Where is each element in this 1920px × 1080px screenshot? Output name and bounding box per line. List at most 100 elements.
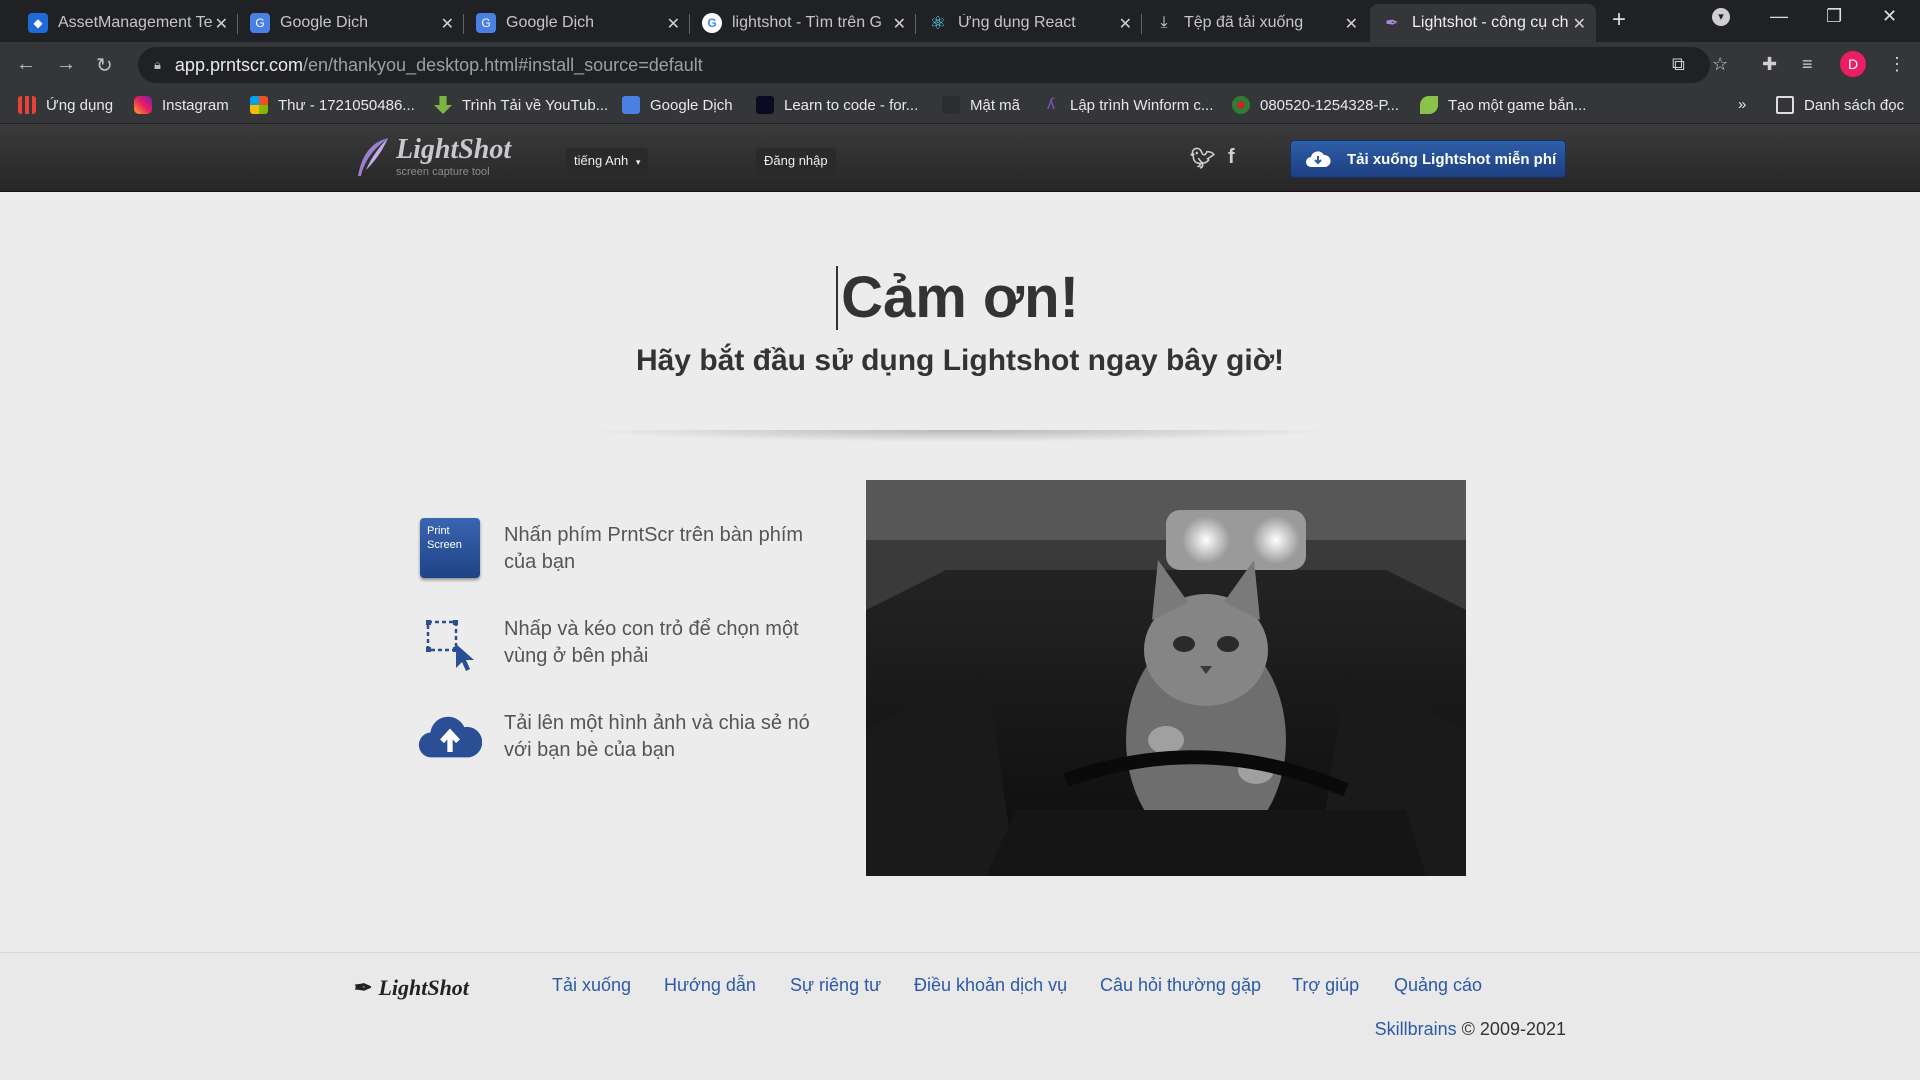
media-queue-icon[interactable]: ≡: [1802, 54, 1813, 75]
bookmark-mail[interactable]: Thư - 1721050486...: [250, 96, 415, 114]
browser-tab-strip: ◆ AssetManagement Te ✕ G Google Dịch ✕ G…: [0, 0, 1920, 42]
cloud-upload-icon: [418, 704, 482, 768]
download-lightshot-button[interactable]: Tải xuống Lightshot miễn phí: [1290, 140, 1566, 178]
tab-search-icon[interactable]: ▾: [1712, 8, 1730, 26]
demo-cat-photo: [866, 480, 1466, 876]
footer-logo[interactable]: ✒ LightShot: [354, 975, 469, 1001]
bookmark-document[interactable]: 080520-1254328-P...: [1232, 96, 1399, 114]
reading-list[interactable]: Danh sách đọc: [1776, 96, 1904, 114]
freecodecamp-icon: [756, 96, 774, 114]
main-content: Cảm ơn! Hãy bắt đầu sử dụng Lightshot ng…: [0, 192, 1920, 952]
browser-tab-active[interactable]: ✒ Lightshot - công cụ ch ✕: [1370, 4, 1596, 42]
reading-list-icon: [1776, 96, 1794, 114]
bookmark-freecodecamp[interactable]: Learn to code - for...: [756, 96, 918, 114]
overflow-chevron-icon: »: [1738, 96, 1747, 113]
language-selector[interactable]: tiếng Anh ▾: [566, 148, 649, 174]
bookmark-winform[interactable]: ʎ Lập trình Winform c...: [1042, 96, 1213, 114]
close-icon[interactable]: ✕: [1119, 14, 1132, 34]
logo-name: LightShot: [396, 134, 512, 165]
company-link[interactable]: Skillbrains: [1375, 1019, 1457, 1039]
footer-link-advertising[interactable]: Quảng cáo: [1394, 975, 1482, 996]
footer-link-privacy[interactable]: Sự riêng tư: [790, 975, 881, 996]
browser-tab[interactable]: ⚛ Ứng dụng React ✕: [916, 4, 1142, 42]
google-icon: G: [702, 13, 722, 33]
bookmark-instagram[interactable]: Instagram: [134, 96, 229, 114]
page-icon: [942, 96, 960, 114]
tab-title: Lightshot - công cụ ch: [1412, 14, 1569, 31]
divider-shadow: [580, 430, 1340, 442]
minimize-icon[interactable]: —: [1770, 6, 1788, 27]
login-button[interactable]: Đăng nhập: [756, 148, 836, 174]
close-icon[interactable]: ✕: [441, 14, 454, 34]
bookmark-label: Google Dịch: [650, 96, 733, 114]
bookmark-game[interactable]: Tạo một game bắn...: [1420, 96, 1586, 114]
footer-link-terms[interactable]: Điều khoản dịch vụ: [914, 975, 1067, 996]
extensions-icon[interactable]: ✚: [1762, 54, 1777, 75]
browser-tab[interactable]: ◆ AssetManagement Te ✕: [16, 4, 238, 42]
footer-link-tutorial[interactable]: Hướng dẫn: [664, 975, 756, 996]
bookmark-youtube-downloader[interactable]: Trình Tải về YouTub...: [434, 96, 608, 114]
close-icon[interactable]: ✕: [667, 14, 680, 34]
bookmark-google-translate[interactable]: Google Dịch: [622, 96, 733, 114]
tree-icon: [1232, 96, 1250, 114]
twitter-icon[interactable]: 🐦︎: [1190, 146, 1215, 171]
bookmark-label: Thư - 1721050486...: [278, 96, 415, 114]
step-print-screen: Print Screen Nhấn phím PrntScr trên bàn …: [418, 516, 824, 580]
lightshot-feather-icon: ✒: [1385, 15, 1399, 32]
bookmark-label: Trình Tải về YouTub...: [462, 96, 609, 114]
reload-icon[interactable]: ↻: [96, 53, 113, 78]
lock-icon[interactable]: 🔒︎: [154, 57, 161, 73]
lightshot-logo[interactable]: LightShot screen capture tool: [352, 136, 511, 180]
logo-tagline: screen capture tool: [396, 166, 490, 178]
bookmarks-overflow[interactable]: »: [1738, 96, 1746, 113]
apps-grid-icon: [18, 96, 36, 114]
facebook-icon[interactable]: f: [1228, 146, 1235, 169]
cloud-download-icon: [1306, 151, 1331, 167]
download-button-label: Tải xuống Lightshot miễn phí: [1347, 150, 1557, 168]
address-bar[interactable]: 🔒︎ app.prntscr.com/en/thankyou_desktop.h…: [138, 47, 1710, 83]
bookmark-star-icon[interactable]: ☆: [1712, 54, 1728, 75]
close-icon[interactable]: ✕: [1573, 14, 1586, 34]
menu-kebab-icon[interactable]: ⋮: [1888, 54, 1906, 75]
tab-title: Ứng dụng React: [958, 14, 1076, 31]
bookmark-apps[interactable]: Ứng dụng: [18, 96, 113, 114]
google-translate-icon: G: [476, 13, 496, 33]
bookmark-label: Tạo một game bắn...: [1448, 96, 1587, 114]
footer-link-download[interactable]: Tải xuống: [552, 975, 631, 996]
close-icon[interactable]: ✕: [1345, 14, 1358, 34]
step-text: Nhấn phím PrntScr trên bàn phím của bạn: [504, 524, 804, 573]
react-icon: ⚛: [929, 12, 947, 33]
step-upload-share: Tải lên một hình ảnh và chia sẻ nó với b…: [418, 704, 824, 768]
browser-tab[interactable]: G lightshot - Tìm trên G ✕: [690, 4, 916, 42]
footer-link-faq[interactable]: Câu hỏi thường gặp: [1100, 975, 1261, 996]
download-arrow-icon: [434, 96, 452, 114]
tab-title: Tệp đã tải xuống: [1184, 14, 1304, 31]
footer-link-help[interactable]: Trợ giúp: [1292, 975, 1359, 996]
copyright-text: © 2009-2021: [1461, 1019, 1566, 1039]
restore-icon[interactable]: ❐: [1826, 6, 1842, 27]
bookmark-label: Learn to code - for...: [784, 96, 919, 114]
back-icon[interactable]: ←: [16, 53, 36, 76]
profile-avatar[interactable]: D: [1840, 51, 1866, 77]
microsoft-icon: [250, 96, 268, 114]
chevron-down-icon: ▾: [635, 157, 641, 167]
window-close-icon[interactable]: ✕: [1882, 6, 1897, 27]
browser-tab[interactable]: ⤓ Tệp đã tải xuống ✕: [1142, 4, 1368, 42]
google-translate-icon: [622, 96, 640, 114]
page-icon: ʎ: [1047, 96, 1055, 113]
url-host: app.prntscr.com: [174, 54, 303, 75]
new-tab-icon[interactable]: +: [1612, 6, 1626, 34]
bookmark-cipher[interactable]: Mật mã: [942, 96, 1020, 114]
site-footer: ✒ LightShot Tải xuống Hướng dẫn Sự riêng…: [0, 952, 1920, 1080]
forward-icon[interactable]: →: [56, 53, 76, 76]
language-label: tiếng Anh: [574, 153, 629, 168]
step-text: Tải lên một hình ảnh và chia sẻ nó với b…: [504, 712, 810, 761]
translate-page-icon[interactable]: ⧉: [1672, 54, 1685, 75]
close-icon[interactable]: ✕: [215, 14, 228, 34]
browser-tab[interactable]: G Google Dịch ✕: [464, 4, 690, 42]
browser-toolbar: ← → ↻ 🔒︎ app.prntscr.com/en/thankyou_des…: [0, 42, 1920, 88]
feather-icon: [358, 138, 388, 176]
close-icon[interactable]: ✕: [893, 14, 906, 34]
tab-title: Google Dịch: [280, 14, 369, 31]
browser-tab[interactable]: G Google Dịch ✕: [238, 4, 464, 42]
